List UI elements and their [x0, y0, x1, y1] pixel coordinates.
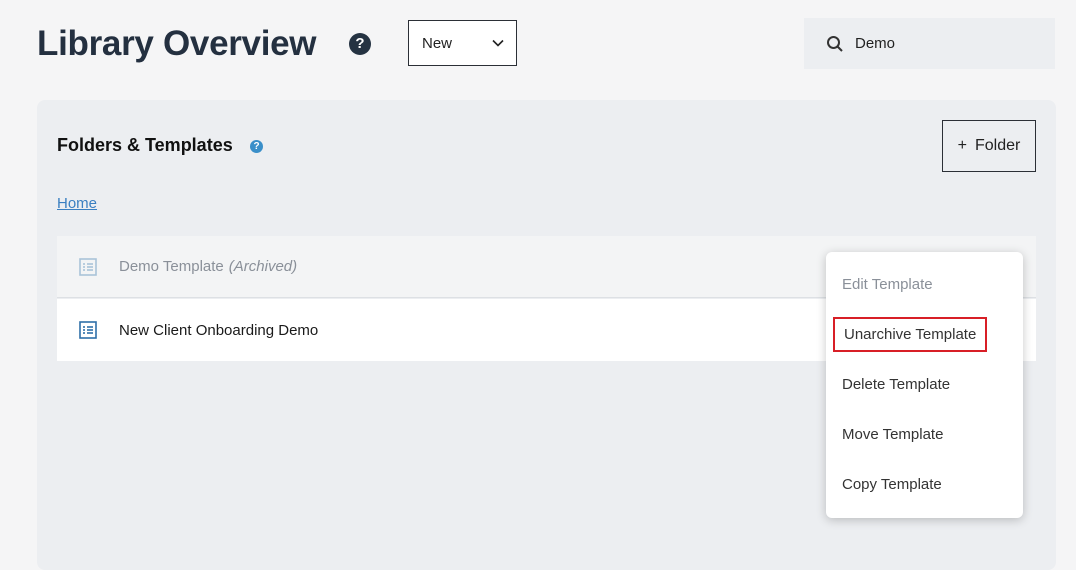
page-title: Library Overview [37, 24, 317, 63]
template-list-icon [79, 321, 97, 339]
chevron-down-icon [492, 39, 504, 47]
breadcrumb-home[interactable]: Home [57, 195, 97, 212]
archived-tag: (Archived) [228, 258, 298, 275]
template-list-icon [79, 257, 97, 276]
plus-icon: + [957, 137, 967, 154]
menu-item-move-template[interactable]: Move Template [842, 426, 943, 443]
template-name: New Client Onboarding Demo [119, 321, 319, 339]
menu-item-unarchive-template[interactable]: Unarchive Template [833, 317, 988, 352]
add-folder-label: Folder [974, 137, 1021, 154]
new-select-dropdown[interactable]: New [408, 20, 517, 66]
question-circle-icon[interactable]: ? [250, 140, 263, 153]
question-circle-icon[interactable]: ? [349, 33, 371, 55]
search-icon [827, 35, 843, 52]
template-context-menu: Edit Template Unarchive Template Delete … [826, 252, 1023, 518]
search-input[interactable] [853, 34, 1037, 53]
new-select-value: New [422, 34, 453, 52]
menu-item-edit-template[interactable]: Edit Template [842, 276, 933, 293]
add-folder-button[interactable]: + Folder [942, 120, 1036, 172]
panel-title: Folders & Templates [57, 135, 233, 155]
template-name: Demo Template [119, 258, 224, 275]
menu-item-delete-template[interactable]: Delete Template [842, 376, 950, 393]
menu-item-copy-template[interactable]: Copy Template [842, 476, 942, 493]
search-box[interactable] [804, 18, 1055, 69]
